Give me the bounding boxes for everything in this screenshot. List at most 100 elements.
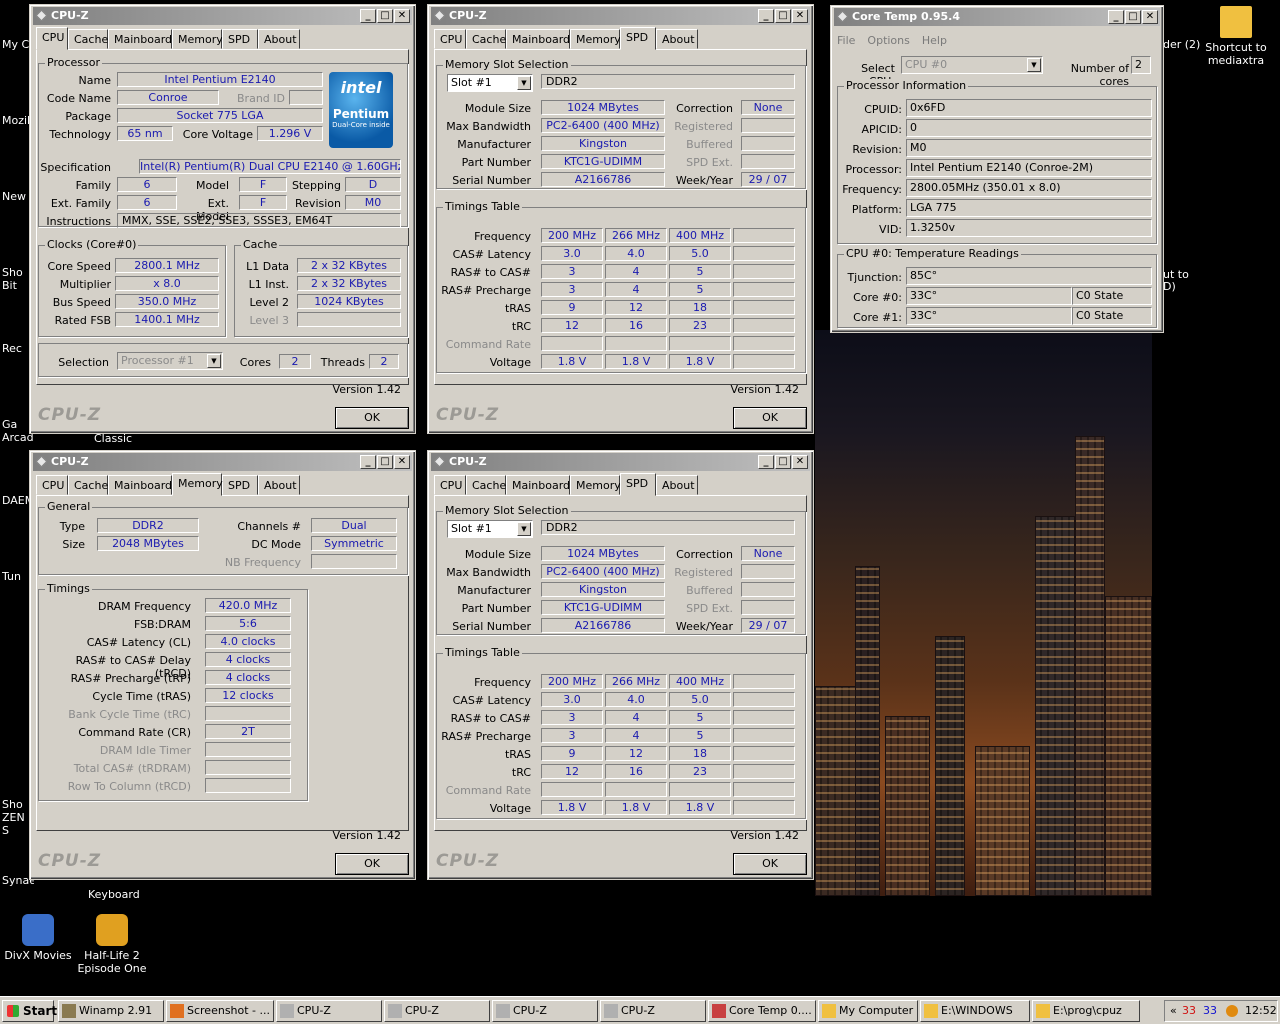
tab-about[interactable]: About bbox=[656, 29, 698, 49]
coretemp-icon bbox=[712, 1004, 726, 1018]
pentium-product: Pentium bbox=[332, 107, 390, 121]
taskbar-button[interactable]: CPU-Z bbox=[600, 1000, 706, 1022]
taskbar-button[interactable]: E:\prog\cpuz bbox=[1032, 1000, 1140, 1022]
desktop-icon[interactable]: Half-Life 2 Episode One bbox=[74, 914, 150, 975]
taskbar-button[interactable]: CPU-Z bbox=[384, 1000, 490, 1022]
field-value: 18 bbox=[669, 746, 731, 761]
tab-spd[interactable]: SPD bbox=[222, 29, 258, 49]
tab-memory[interactable]: Memory bbox=[570, 475, 621, 495]
desktop-icon-label-partial[interactable]: Keyboard bbox=[88, 888, 140, 901]
tray-expand-icon[interactable]: « bbox=[1170, 1001, 1177, 1021]
menu-item[interactable]: File bbox=[837, 34, 855, 47]
field-label: CPUID: bbox=[864, 103, 902, 116]
tab-mainboard[interactable]: Mainboard bbox=[108, 29, 172, 49]
field-label: SPD Ext. bbox=[686, 602, 733, 615]
tab-spd[interactable]: SPD bbox=[620, 27, 656, 50]
minimize-button[interactable]: _ bbox=[758, 9, 774, 23]
tab-mainboard[interactable]: Mainboard bbox=[506, 29, 570, 49]
tab-cache[interactable]: Cache bbox=[466, 475, 506, 495]
ok-button[interactable]: OK bbox=[335, 853, 409, 875]
tab-spd[interactable]: SPD bbox=[222, 475, 258, 495]
tab-memory[interactable]: Memory bbox=[172, 473, 223, 496]
cpu-select[interactable]: CPU #0 ▼ bbox=[901, 56, 1043, 74]
minimize-button[interactable]: _ bbox=[360, 455, 376, 469]
taskbar-button[interactable]: CPU-Z bbox=[492, 1000, 598, 1022]
menu-item[interactable]: Help bbox=[922, 34, 947, 47]
tab-cpu[interactable]: CPU bbox=[36, 475, 68, 495]
dropdown-arrow-icon[interactable]: ▼ bbox=[207, 354, 221, 368]
taskbar-button[interactable]: Core Temp 0.... bbox=[708, 1000, 816, 1022]
tab-cpu[interactable]: CPU bbox=[434, 29, 466, 49]
maximize-button[interactable]: □ bbox=[775, 455, 791, 469]
close-button[interactable]: ✕ bbox=[792, 455, 808, 469]
close-button[interactable]: ✕ bbox=[1142, 10, 1158, 24]
taskbar-button[interactable]: My Computer bbox=[818, 1000, 918, 1022]
wallpaper-image bbox=[815, 330, 1152, 896]
dropdown-arrow-icon[interactable]: ▼ bbox=[517, 76, 531, 90]
menu-item[interactable]: Options bbox=[867, 34, 909, 47]
tab-memory[interactable]: Memory bbox=[172, 29, 223, 49]
minimize-button[interactable]: _ bbox=[758, 455, 774, 469]
tab-cpu[interactable]: CPU bbox=[36, 27, 68, 50]
timings-table-group: Timings Table Frequency 200 MHz 266 MHz 400 … bbox=[436, 200, 806, 373]
tray-temp-1[interactable]: 33 bbox=[1182, 1001, 1196, 1021]
processor-select[interactable]: Processor #1 ▼ bbox=[117, 352, 223, 370]
close-button[interactable]: ✕ bbox=[394, 455, 410, 469]
tab-memory[interactable]: Memory bbox=[570, 29, 621, 49]
divx-icon bbox=[22, 914, 54, 946]
tab-about[interactable]: About bbox=[258, 29, 300, 49]
maximize-button[interactable]: □ bbox=[1125, 10, 1141, 24]
group-label: Memory Slot Selection bbox=[443, 504, 571, 517]
taskbar-button[interactable]: Screenshot - ... bbox=[166, 1000, 274, 1022]
tab-cpu[interactable]: CPU bbox=[434, 475, 466, 495]
maximize-button[interactable]: □ bbox=[775, 9, 791, 23]
taskbar-button[interactable]: CPU-Z bbox=[276, 1000, 382, 1022]
taskbar-button[interactable]: E:\WINDOWS bbox=[920, 1000, 1030, 1022]
ok-button[interactable]: OK bbox=[733, 407, 807, 429]
title-bar[interactable]: CPU-Z _ □ ✕ bbox=[33, 453, 412, 471]
gear-tray-icon[interactable] bbox=[1226, 1005, 1238, 1017]
maximize-button[interactable]: □ bbox=[377, 9, 393, 23]
tab-mainboard[interactable]: Mainboard bbox=[506, 475, 570, 495]
slot-select[interactable]: Slot #1 ▼ bbox=[447, 74, 533, 92]
tab-spd[interactable]: SPD bbox=[620, 473, 656, 496]
tab-cache[interactable]: Cache bbox=[466, 29, 506, 49]
tab-about[interactable]: About bbox=[656, 475, 698, 495]
tray-temp-2[interactable]: 33 bbox=[1203, 1001, 1217, 1021]
start-button[interactable]: Start bbox=[2, 1000, 57, 1022]
tab-cache[interactable]: Cache bbox=[68, 29, 108, 49]
dropdown-arrow-icon[interactable]: ▼ bbox=[1027, 58, 1041, 72]
info-value: 0x6FD bbox=[906, 99, 1152, 117]
field-value: DDR2 bbox=[541, 74, 795, 89]
desktop-icon[interactable]: Shortcut to mediaxtra bbox=[1198, 6, 1274, 67]
title-bar[interactable]: CPU-Z _ □ ✕ bbox=[431, 453, 810, 471]
field-label: Ext. Family bbox=[50, 197, 111, 210]
temperature-group: CPU #0: Temperature Readings Tjunction: 85… bbox=[837, 247, 1157, 328]
minimize-button[interactable]: _ bbox=[360, 9, 376, 23]
title-bar[interactable]: Core Temp 0.95.4 _ □ ✕ bbox=[834, 8, 1160, 26]
maximize-button[interactable]: □ bbox=[377, 455, 393, 469]
close-button[interactable]: ✕ bbox=[394, 9, 410, 23]
ok-button[interactable]: OK bbox=[335, 407, 409, 429]
dropdown-arrow-icon[interactable]: ▼ bbox=[517, 522, 531, 536]
title-bar[interactable]: CPU-Z _ □ ✕ bbox=[33, 7, 412, 25]
taskbar-button[interactable]: Winamp 2.91 bbox=[58, 1000, 164, 1022]
minimize-button[interactable]: _ bbox=[1108, 10, 1124, 24]
close-button[interactable]: ✕ bbox=[792, 9, 808, 23]
tab-cache[interactable]: Cache bbox=[68, 475, 108, 495]
desktop-icon[interactable]: DivX Movies bbox=[0, 914, 76, 962]
slot-select[interactable]: Slot #1 ▼ bbox=[447, 520, 533, 538]
desktop-icon-label-partial[interactable]: der (2) bbox=[1163, 38, 1200, 51]
field-label: Stepping bbox=[291, 179, 341, 192]
taskbar-button-label: E:\WINDOWS bbox=[941, 1004, 1013, 1017]
clock[interactable]: 12:52 bbox=[1245, 1001, 1277, 1021]
field-value bbox=[205, 760, 291, 775]
ok-button[interactable]: OK bbox=[733, 853, 807, 875]
field-label: Core #0: bbox=[853, 291, 902, 304]
desktop-icon-label-partial[interactable]: D) bbox=[1163, 280, 1176, 293]
title-bar[interactable]: CPU-Z _ □ ✕ bbox=[431, 7, 810, 25]
tab-mainboard[interactable]: Mainboard bbox=[108, 475, 172, 495]
tab-about[interactable]: About bbox=[258, 475, 300, 495]
field-label: Week/Year bbox=[675, 620, 733, 633]
field-value: 5 bbox=[669, 710, 731, 725]
